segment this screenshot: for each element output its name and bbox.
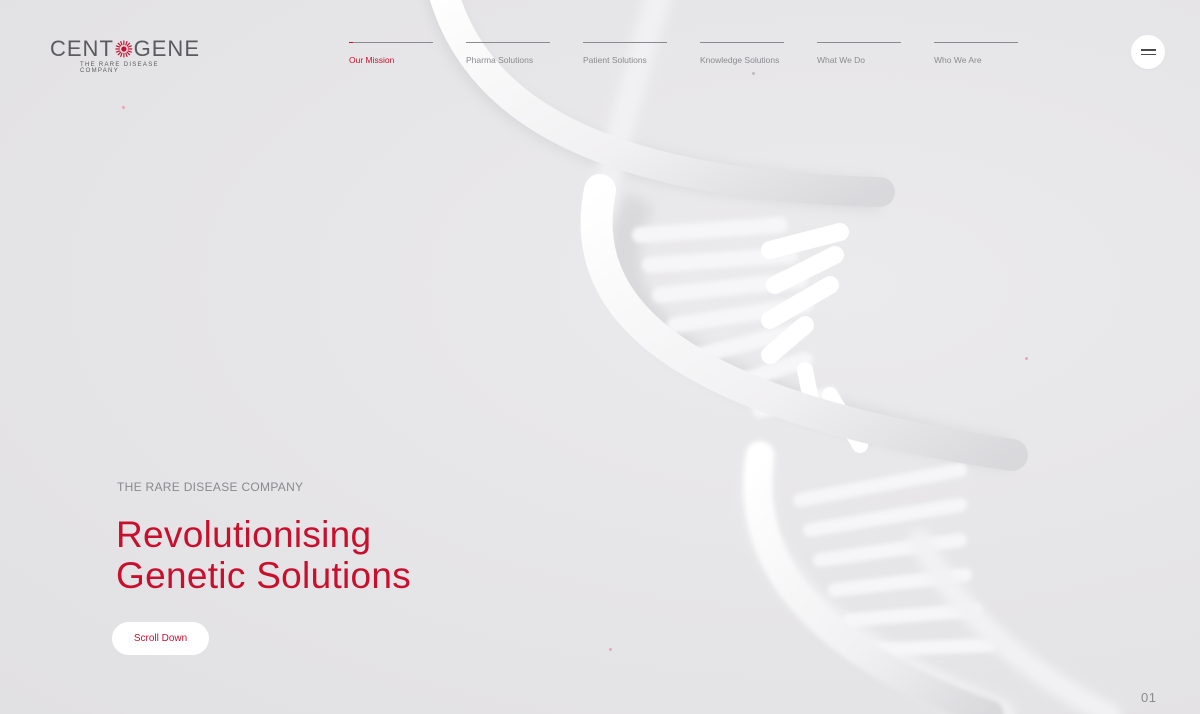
nav-item-who-we-are[interactable]: Who We Are <box>934 42 1018 65</box>
brand-logo[interactable]: CENT GENE THE RARE DISEASE COMPANY <box>50 38 200 75</box>
brand-name-left: CENT <box>50 36 114 61</box>
main-nav: Our Mission Pharma Solutions Patient Sol… <box>349 42 1051 65</box>
particle-speck <box>122 106 125 109</box>
nav-item-pharma-solutions[interactable]: Pharma Solutions <box>466 42 550 65</box>
scroll-down-button[interactable]: Scroll Down <box>112 622 209 655</box>
brand-tagline: THE RARE DISEASE COMPANY <box>80 62 159 74</box>
hero-page: CENT GENE THE RARE DISEASE COMPANY Our M… <box>0 0 1200 714</box>
sunburst-icon <box>115 40 133 58</box>
hero-headline-line1: Revolutionising <box>116 514 372 555</box>
particle-speck <box>609 648 612 651</box>
page-indicator: 01 <box>1141 690 1157 705</box>
nav-item-our-mission[interactable]: Our Mission <box>349 42 433 65</box>
hero-headline: Revolutionising Genetic Solutions <box>116 514 411 596</box>
hamburger-icon-line <box>1140 53 1156 55</box>
nav-item-what-we-do[interactable]: What We Do <box>817 42 901 65</box>
particle-speck <box>752 72 755 75</box>
menu-button[interactable] <box>1131 35 1165 69</box>
nav-item-patient-solutions[interactable]: Patient Solutions <box>583 42 667 65</box>
dna-helix-image <box>427 0 1121 714</box>
hamburger-icon-line <box>1140 49 1156 51</box>
particle-speck <box>1025 357 1028 360</box>
hero-eyebrow: THE RARE DISEASE COMPANY <box>117 480 304 494</box>
brand-name-right: GENE <box>133 36 200 61</box>
nav-item-knowledge-solutions[interactable]: Knowledge Solutions <box>700 42 784 65</box>
brand-wordmark: CENT GENE <box>50 38 200 60</box>
hero-headline-line2: Genetic Solutions <box>116 555 412 596</box>
